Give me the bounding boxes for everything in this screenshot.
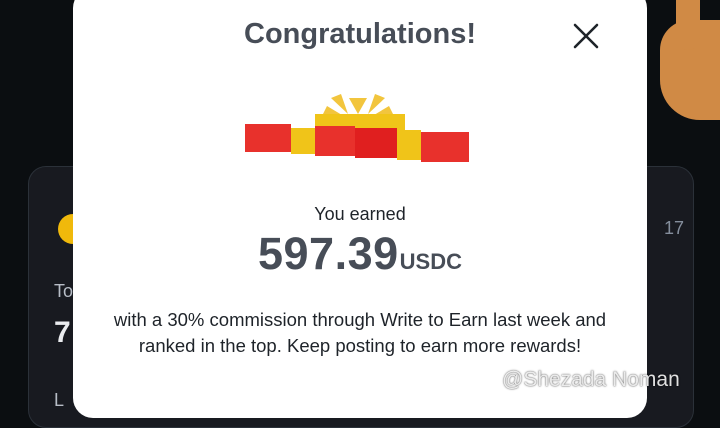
gift-icon bbox=[245, 94, 469, 162]
close-icon[interactable] bbox=[568, 18, 604, 54]
background-label: To bbox=[54, 281, 74, 301]
background-decoration-2 bbox=[676, 0, 700, 50]
congratulations-modal: Congratulations! You earned 597.39USDC w… bbox=[73, 0, 647, 418]
amount-value: 597.39 bbox=[258, 228, 399, 279]
background-date: 17 bbox=[663, 218, 684, 238]
earned-amount: 597.39USDC bbox=[73, 228, 647, 280]
reward-description: with a 30% commission through Write to E… bbox=[113, 309, 607, 356]
background-label-2: L bbox=[54, 390, 65, 410]
background-value: 7 bbox=[54, 316, 71, 349]
amount-currency: USDC bbox=[399, 249, 462, 274]
watermark-text: @Shezada Noman bbox=[502, 368, 680, 391]
binance-logo-icon bbox=[472, 370, 496, 390]
watermark: @Shezada Noman bbox=[472, 367, 680, 393]
earned-label: You earned bbox=[314, 204, 406, 224]
modal-title: Congratulations! bbox=[244, 18, 476, 50]
